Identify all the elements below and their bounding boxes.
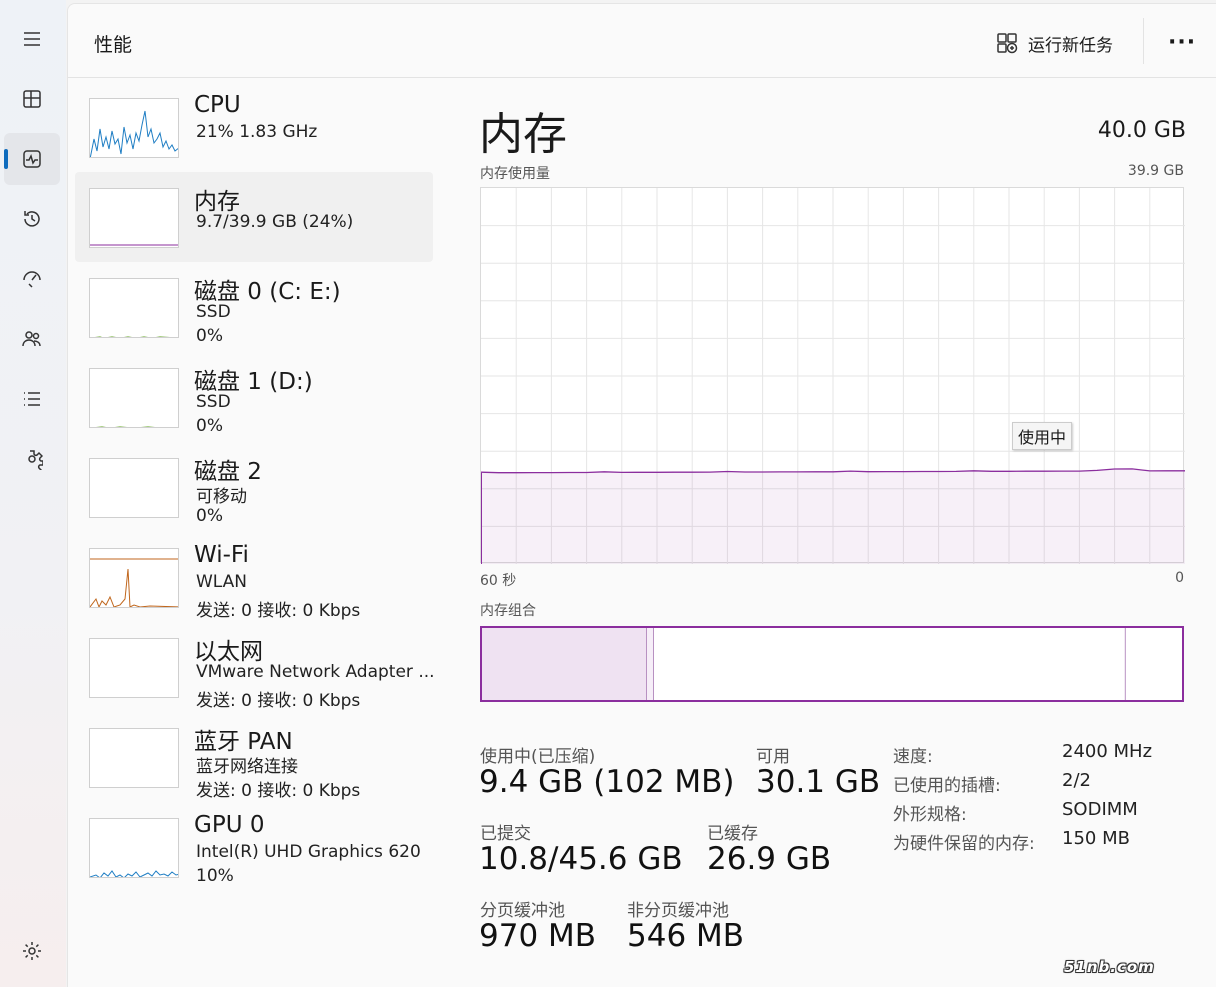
device-detail-secondary: 0% — [196, 506, 223, 526]
device-detail-primary: SSD — [196, 392, 231, 412]
device-item[interactable]: 磁盘 2 可移动 0% — [75, 442, 433, 532]
device-detail-secondary: 发送: 0 接收: 0 Kbps — [196, 781, 361, 801]
header-divider — [1143, 18, 1144, 64]
device-sparkline — [89, 458, 179, 518]
committed-value: 10.8/45.6 GB — [479, 841, 683, 877]
more-options-button[interactable]: ··· — [1168, 30, 1196, 55]
device-sparkline — [89, 98, 179, 158]
memory-usage-graph — [480, 187, 1185, 564]
users-icon[interactable] — [4, 313, 60, 365]
device-name: CPU — [194, 92, 241, 118]
composition-label: 内存组合 — [480, 603, 536, 619]
device-item[interactable]: 蓝牙 PAN 蓝牙网络连接发送: 0 接收: 0 Kbps — [75, 712, 433, 802]
device-sparkline — [89, 638, 179, 698]
device-name: 以太网 — [194, 639, 263, 665]
main-panel: 性能 运行新任务 ··· CPU 21% 1.83 GHz 内存 9.7/39.9 G… — [67, 3, 1216, 987]
device-detail-primary: 21% 1.83 GHz — [196, 122, 318, 142]
device-sparkline — [89, 278, 179, 338]
device-detail-primary: VMware Network Adapter ... — [196, 662, 435, 682]
graph-tooltip: 使用中 — [1012, 422, 1073, 450]
usage-max: 39.9 GB — [1127, 163, 1184, 179]
composition-in-use — [482, 628, 647, 700]
spec-key-reserved: 为硬件保留的内存: — [893, 834, 1035, 854]
device-sparkline — [89, 728, 179, 788]
watermark-logo: 51nb.com — [1064, 958, 1155, 976]
axis-left-label: 60 秒 — [480, 573, 517, 589]
spec-key-slots: 已使用的插槽: — [893, 776, 1001, 796]
device-item[interactable]: GPU 0 Intel(R) UHD Graphics 620 10% — [75, 802, 433, 892]
cached-value: 26.9 GB — [707, 841, 832, 877]
device-detail-secondary: 0% — [196, 326, 223, 346]
in-use-value: 9.4 GB (102 MB) — [479, 764, 735, 800]
menu-icon[interactable] — [4, 13, 60, 65]
device-detail-primary: WLAN — [196, 572, 248, 592]
device-detail-secondary: 0% — [196, 416, 223, 436]
spec-value-slots: 2/2 — [1062, 770, 1091, 791]
device-sparkline — [89, 368, 179, 428]
available-value: 30.1 GB — [756, 764, 881, 800]
run-new-task-button[interactable]: 运行新任务 — [996, 28, 1113, 58]
services-icon[interactable] — [4, 433, 60, 485]
spec-value-form-factor: SODIMM — [1062, 799, 1138, 820]
performance-icon[interactable] — [4, 133, 60, 185]
usage-area — [481, 468, 1185, 564]
device-name: 磁盘 2 — [194, 459, 262, 485]
page-title: 性能 — [94, 34, 133, 56]
details-icon[interactable] — [4, 373, 60, 425]
device-item[interactable]: 磁盘 1 (D:) SSD 0% — [75, 352, 433, 442]
usage-label: 内存使用量 — [480, 166, 550, 182]
device-item[interactable]: CPU 21% 1.83 GHz — [75, 82, 433, 172]
memory-total: 40.0 GB — [1097, 118, 1186, 143]
device-detail-primary: 蓝牙网络连接 — [196, 757, 298, 777]
run-new-task-label: 运行新任务 — [1028, 35, 1113, 56]
device-detail-secondary: 发送: 0 接收: 0 Kbps — [196, 601, 361, 621]
device-detail-secondary: 发送: 0 接收: 0 Kbps — [196, 691, 361, 711]
detail-title: 内存 — [479, 109, 567, 160]
device-detail-primary: 可移动 — [196, 487, 247, 507]
device-item[interactable]: 内存 9.7/39.9 GB (24%) — [75, 172, 433, 262]
device-detail-primary: 9.7/39.9 GB (24%) — [196, 212, 354, 232]
nav-rail — [0, 0, 66, 987]
new-task-icon — [997, 33, 1018, 54]
device-name: GPU 0 — [194, 812, 265, 838]
device-name: Wi-Fi — [194, 542, 249, 568]
paged-pool-value: 970 MB — [479, 918, 597, 954]
axis-right-label: 0 — [1175, 570, 1184, 586]
memory-composition-bar — [480, 626, 1184, 702]
composition-modified — [646, 628, 654, 700]
device-detail-secondary: 10% — [196, 866, 234, 886]
device-name: 内存 — [194, 189, 240, 215]
header-bar: 性能 运行新任务 ··· — [68, 4, 1216, 78]
spec-value-speed: 2400 MHz — [1062, 741, 1153, 762]
startup-apps-icon[interactable] — [4, 253, 60, 305]
settings-icon[interactable] — [4, 925, 60, 977]
app-history-icon[interactable] — [4, 193, 60, 245]
spec-value-reserved: 150 MB — [1062, 828, 1130, 849]
device-name: 蓝牙 PAN — [194, 729, 293, 755]
device-sparkline — [89, 548, 179, 608]
device-item[interactable]: 磁盘 0 (C: E:) SSD 0% — [75, 262, 433, 352]
device-detail-primary: SSD — [196, 302, 231, 322]
device-sparkline — [89, 818, 179, 878]
device-item[interactable]: Wi-Fi WLAN 发送: 0 接收: 0 Kbps — [75, 532, 433, 622]
device-name: 磁盘 1 (D:) — [194, 369, 313, 395]
nonpaged-pool-value: 546 MB — [627, 918, 745, 954]
device-detail-primary: Intel(R) UHD Graphics 620 — [196, 842, 421, 862]
device-item[interactable]: 以太网 VMware Network Adapter ... 发送: 0 接收: 0… — [75, 622, 435, 712]
spec-key-speed: 速度: — [893, 747, 933, 767]
processes-icon[interactable] — [4, 73, 60, 125]
spec-key-form-factor: 外形规格: — [893, 805, 967, 825]
device-name: 磁盘 0 (C: E:) — [194, 279, 341, 305]
device-sparkline — [89, 188, 179, 248]
